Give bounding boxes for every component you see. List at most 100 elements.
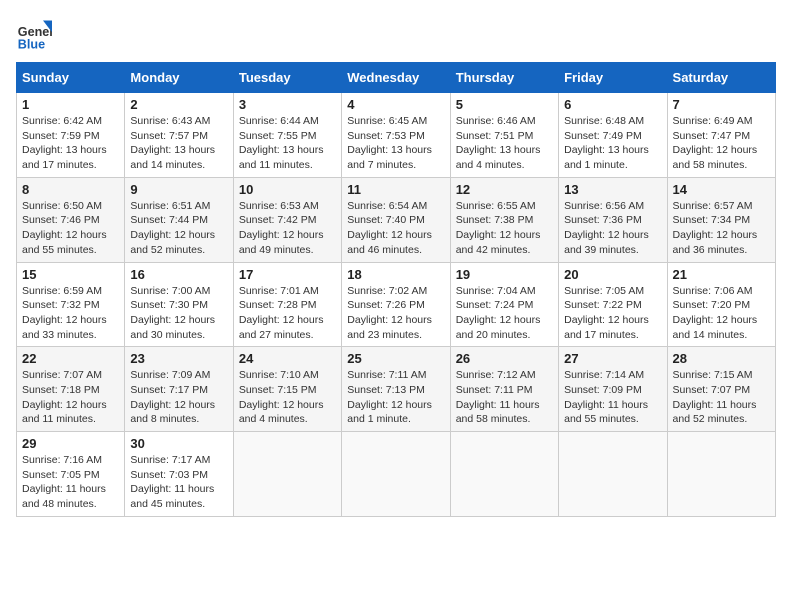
cell-info: Sunrise: 7:11 AMSunset: 7:13 PMDaylight:… bbox=[347, 368, 444, 427]
calendar-cell: 28 Sunrise: 7:15 AMSunset: 7:07 PMDayligh… bbox=[667, 347, 775, 432]
page-header: General Blue bbox=[16, 16, 776, 52]
day-number: 22 bbox=[22, 351, 119, 366]
day-number: 5 bbox=[456, 97, 553, 112]
cell-info: Sunrise: 6:45 AMSunset: 7:53 PMDaylight:… bbox=[347, 114, 444, 173]
day-number: 4 bbox=[347, 97, 444, 112]
day-header: Wednesday bbox=[342, 63, 450, 93]
day-number: 3 bbox=[239, 97, 336, 112]
calendar-cell bbox=[667, 432, 775, 517]
day-number: 9 bbox=[130, 182, 227, 197]
calendar-cell bbox=[450, 432, 558, 517]
cell-info: Sunrise: 7:02 AMSunset: 7:26 PMDaylight:… bbox=[347, 284, 444, 343]
svg-text:Blue: Blue bbox=[18, 37, 45, 51]
day-number: 26 bbox=[456, 351, 553, 366]
day-number: 2 bbox=[130, 97, 227, 112]
day-number: 30 bbox=[130, 436, 227, 451]
calendar-cell: 30 Sunrise: 7:17 AMSunset: 7:03 PMDayligh… bbox=[125, 432, 233, 517]
calendar-cell: 7 Sunrise: 6:49 AMSunset: 7:47 PMDaylight… bbox=[667, 93, 775, 178]
cell-info: Sunrise: 6:56 AMSunset: 7:36 PMDaylight:… bbox=[564, 199, 661, 258]
day-number: 29 bbox=[22, 436, 119, 451]
day-number: 15 bbox=[22, 267, 119, 282]
cell-info: Sunrise: 6:43 AMSunset: 7:57 PMDaylight:… bbox=[130, 114, 227, 173]
calendar-cell: 24 Sunrise: 7:10 AMSunset: 7:15 PMDayligh… bbox=[233, 347, 341, 432]
cell-info: Sunrise: 6:50 AMSunset: 7:46 PMDaylight:… bbox=[22, 199, 119, 258]
day-number: 28 bbox=[673, 351, 770, 366]
day-number: 6 bbox=[564, 97, 661, 112]
day-number: 27 bbox=[564, 351, 661, 366]
calendar-cell: 11 Sunrise: 6:54 AMSunset: 7:40 PMDayligh… bbox=[342, 177, 450, 262]
cell-info: Sunrise: 7:12 AMSunset: 7:11 PMDaylight:… bbox=[456, 368, 553, 427]
calendar-cell: 27 Sunrise: 7:14 AMSunset: 7:09 PMDayligh… bbox=[559, 347, 667, 432]
day-number: 13 bbox=[564, 182, 661, 197]
day-number: 20 bbox=[564, 267, 661, 282]
calendar-cell: 23 Sunrise: 7:09 AMSunset: 7:17 PMDayligh… bbox=[125, 347, 233, 432]
day-number: 8 bbox=[22, 182, 119, 197]
cell-info: Sunrise: 6:48 AMSunset: 7:49 PMDaylight:… bbox=[564, 114, 661, 173]
calendar-week-row: 22 Sunrise: 7:07 AMSunset: 7:18 PMDayligh… bbox=[17, 347, 776, 432]
day-number: 25 bbox=[347, 351, 444, 366]
cell-info: Sunrise: 6:49 AMSunset: 7:47 PMDaylight:… bbox=[673, 114, 770, 173]
calendar-cell: 25 Sunrise: 7:11 AMSunset: 7:13 PMDayligh… bbox=[342, 347, 450, 432]
day-number: 23 bbox=[130, 351, 227, 366]
cell-info: Sunrise: 7:09 AMSunset: 7:17 PMDaylight:… bbox=[130, 368, 227, 427]
day-number: 7 bbox=[673, 97, 770, 112]
day-number: 11 bbox=[347, 182, 444, 197]
cell-info: Sunrise: 6:54 AMSunset: 7:40 PMDaylight:… bbox=[347, 199, 444, 258]
calendar-cell: 17Sunrise: 7:01 AMSunset: 7:28 PMDayligh… bbox=[233, 262, 341, 347]
calendar-cell: 15 Sunrise: 6:59 AMSunset: 7:32 PMDayligh… bbox=[17, 262, 125, 347]
cell-info: Sunrise: 6:55 AMSunset: 7:38 PMDaylight:… bbox=[456, 199, 553, 258]
calendar-cell: 21Sunrise: 7:06 AMSunset: 7:20 PMDayligh… bbox=[667, 262, 775, 347]
logo: General Blue bbox=[16, 16, 52, 52]
day-number: 24 bbox=[239, 351, 336, 366]
cell-info: Sunrise: 7:16 AMSunset: 7:05 PMDaylight:… bbox=[22, 453, 119, 512]
day-number: 16 bbox=[130, 267, 227, 282]
logo-icon: General Blue bbox=[16, 16, 52, 52]
calendar-cell: 2 Sunrise: 6:43 AMSunset: 7:57 PMDaylight… bbox=[125, 93, 233, 178]
calendar-cell: 8 Sunrise: 6:50 AMSunset: 7:46 PMDaylight… bbox=[17, 177, 125, 262]
day-header: Sunday bbox=[17, 63, 125, 93]
calendar-header-row: SundayMondayTuesdayWednesdayThursdayFrid… bbox=[17, 63, 776, 93]
day-number: 21 bbox=[673, 267, 770, 282]
calendar-cell: 5Sunrise: 6:46 AMSunset: 7:51 PMDaylight… bbox=[450, 93, 558, 178]
day-number: 1 bbox=[22, 97, 119, 112]
calendar-cell: 26 Sunrise: 7:12 AMSunset: 7:11 PMDayligh… bbox=[450, 347, 558, 432]
calendar-week-row: 29 Sunrise: 7:16 AMSunset: 7:05 PMDayligh… bbox=[17, 432, 776, 517]
cell-info: Sunrise: 7:17 AMSunset: 7:03 PMDaylight:… bbox=[130, 453, 227, 512]
day-header: Monday bbox=[125, 63, 233, 93]
calendar-cell bbox=[342, 432, 450, 517]
calendar-table: SundayMondayTuesdayWednesdayThursdayFrid… bbox=[16, 62, 776, 517]
cell-info: Sunrise: 7:10 AMSunset: 7:15 PMDaylight:… bbox=[239, 368, 336, 427]
calendar-cell: 16 Sunrise: 7:00 AMSunset: 7:30 PMDayligh… bbox=[125, 262, 233, 347]
calendar-cell: 1Sunrise: 6:42 AMSunset: 7:59 PMDaylight… bbox=[17, 93, 125, 178]
calendar-cell: 13 Sunrise: 6:56 AMSunset: 7:36 PMDayligh… bbox=[559, 177, 667, 262]
day-number: 12 bbox=[456, 182, 553, 197]
calendar-cell: 18 Sunrise: 7:02 AMSunset: 7:26 PMDayligh… bbox=[342, 262, 450, 347]
cell-info: Sunrise: 6:59 AMSunset: 7:32 PMDaylight:… bbox=[22, 284, 119, 343]
cell-info: Sunrise: 7:07 AMSunset: 7:18 PMDaylight:… bbox=[22, 368, 119, 427]
day-number: 19 bbox=[456, 267, 553, 282]
calendar-cell: 12 Sunrise: 6:55 AMSunset: 7:38 PMDayligh… bbox=[450, 177, 558, 262]
day-number: 18 bbox=[347, 267, 444, 282]
cell-info: Sunrise: 6:57 AMSunset: 7:34 PMDaylight:… bbox=[673, 199, 770, 258]
calendar-body: 1Sunrise: 6:42 AMSunset: 7:59 PMDaylight… bbox=[17, 93, 776, 517]
day-header: Tuesday bbox=[233, 63, 341, 93]
cell-info: Sunrise: 7:14 AMSunset: 7:09 PMDaylight:… bbox=[564, 368, 661, 427]
calendar-cell: 14 Sunrise: 6:57 AMSunset: 7:34 PMDayligh… bbox=[667, 177, 775, 262]
calendar-cell: 9 Sunrise: 6:51 AMSunset: 7:44 PMDaylight… bbox=[125, 177, 233, 262]
cell-info: Sunrise: 6:53 AMSunset: 7:42 PMDaylight:… bbox=[239, 199, 336, 258]
day-header: Thursday bbox=[450, 63, 558, 93]
calendar-cell: 19 Sunrise: 7:04 AMSunset: 7:24 PMDayligh… bbox=[450, 262, 558, 347]
cell-info: Sunrise: 7:04 AMSunset: 7:24 PMDaylight:… bbox=[456, 284, 553, 343]
calendar-cell: 20Sunrise: 7:05 AMSunset: 7:22 PMDayligh… bbox=[559, 262, 667, 347]
day-number: 14 bbox=[673, 182, 770, 197]
calendar-cell: 6 Sunrise: 6:48 AMSunset: 7:49 PMDaylight… bbox=[559, 93, 667, 178]
calendar-week-row: 15 Sunrise: 6:59 AMSunset: 7:32 PMDayligh… bbox=[17, 262, 776, 347]
calendar-cell: 29 Sunrise: 7:16 AMSunset: 7:05 PMDayligh… bbox=[17, 432, 125, 517]
cell-info: Sunrise: 7:01 AMSunset: 7:28 PMDaylight:… bbox=[239, 284, 336, 343]
cell-info: Sunrise: 6:51 AMSunset: 7:44 PMDaylight:… bbox=[130, 199, 227, 258]
calendar-cell bbox=[233, 432, 341, 517]
day-number: 10 bbox=[239, 182, 336, 197]
cell-info: Sunrise: 7:00 AMSunset: 7:30 PMDaylight:… bbox=[130, 284, 227, 343]
cell-info: Sunrise: 6:44 AMSunset: 7:55 PMDaylight:… bbox=[239, 114, 336, 173]
cell-info: Sunrise: 7:15 AMSunset: 7:07 PMDaylight:… bbox=[673, 368, 770, 427]
